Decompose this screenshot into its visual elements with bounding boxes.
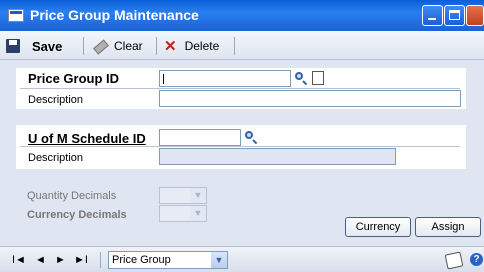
currency-decimals-dropdown[interactable]: ▼ bbox=[159, 205, 207, 222]
last-record-button[interactable]: ►I bbox=[74, 254, 88, 266]
toolbar-separator bbox=[234, 37, 235, 55]
uofm-panel: U of M Schedule ID Description bbox=[16, 125, 466, 169]
currency-button[interactable]: Currency bbox=[345, 217, 411, 237]
status-bar: I◄ ◄ ► ►I Price Group ▼ ? bbox=[0, 246, 484, 272]
uofm-schedule-id-label: U of M Schedule ID bbox=[28, 131, 146, 146]
delete-x-icon: ✕ bbox=[164, 38, 177, 55]
price-group-lookup-icon[interactable] bbox=[293, 70, 309, 86]
window-icon bbox=[8, 9, 24, 22]
note-icon[interactable] bbox=[444, 251, 464, 270]
help-icon[interactable]: ? bbox=[470, 253, 483, 266]
save-button[interactable]: Save bbox=[6, 37, 62, 55]
uofm-schedule-id-input[interactable] bbox=[159, 129, 241, 146]
minimize-button[interactable] bbox=[422, 5, 443, 26]
currency-decimals-label: Currency Decimals bbox=[27, 209, 127, 221]
divider bbox=[20, 88, 460, 89]
toolbar: Save Clear ✕ Delete bbox=[0, 31, 484, 60]
toolbar-separator bbox=[156, 37, 157, 55]
uofm-schedule-id-link[interactable]: U of M Schedule ID bbox=[28, 131, 146, 146]
close-button[interactable] bbox=[466, 5, 484, 26]
delete-button[interactable]: ✕ Delete bbox=[164, 37, 219, 55]
quantity-decimals-label: Quantity Decimals bbox=[27, 190, 117, 202]
chevron-down-icon: ▼ bbox=[190, 206, 206, 221]
delete-label: Delete bbox=[184, 39, 220, 53]
status-separator bbox=[100, 252, 101, 268]
eraser-icon bbox=[92, 39, 106, 53]
save-label: Save bbox=[32, 38, 63, 54]
price-group-maintenance-window: Price Group Maintenance Save Clear ✕ Del… bbox=[0, 0, 484, 272]
title-bar: Price Group Maintenance bbox=[0, 0, 484, 31]
assign-button[interactable]: Assign bbox=[415, 217, 481, 237]
maximize-button[interactable] bbox=[444, 5, 465, 26]
first-record-button[interactable]: I◄ bbox=[12, 254, 26, 266]
sort-by-value: Price Group bbox=[112, 254, 171, 266]
description-label: Description bbox=[28, 94, 84, 106]
clear-label: Clear bbox=[114, 39, 143, 53]
quantity-decimals-dropdown[interactable]: ▼ bbox=[159, 187, 207, 204]
next-record-button[interactable]: ► bbox=[55, 254, 66, 266]
floppy-disk-icon bbox=[6, 39, 20, 53]
price-group-id-input[interactable] bbox=[159, 70, 291, 87]
price-group-panel: Price Group ID Description bbox=[16, 68, 466, 109]
uofm-description-field bbox=[159, 148, 396, 165]
clear-button[interactable]: Clear bbox=[92, 37, 143, 55]
previous-record-button[interactable]: ◄ bbox=[35, 254, 46, 266]
new-document-icon[interactable] bbox=[310, 70, 326, 86]
sort-by-dropdown[interactable]: Price Group ▼ bbox=[108, 251, 228, 269]
price-group-id-label: Price Group ID bbox=[28, 71, 120, 86]
toolbar-separator bbox=[83, 37, 84, 55]
uofm-lookup-icon[interactable] bbox=[243, 129, 259, 145]
window-title: Price Group Maintenance bbox=[30, 7, 199, 23]
divider bbox=[20, 146, 460, 147]
text-cursor bbox=[163, 74, 164, 84]
chevron-down-icon: ▼ bbox=[190, 188, 206, 203]
description-input[interactable] bbox=[159, 90, 461, 107]
uofm-description-label: Description bbox=[28, 152, 84, 164]
chevron-down-icon: ▼ bbox=[211, 252, 227, 268]
